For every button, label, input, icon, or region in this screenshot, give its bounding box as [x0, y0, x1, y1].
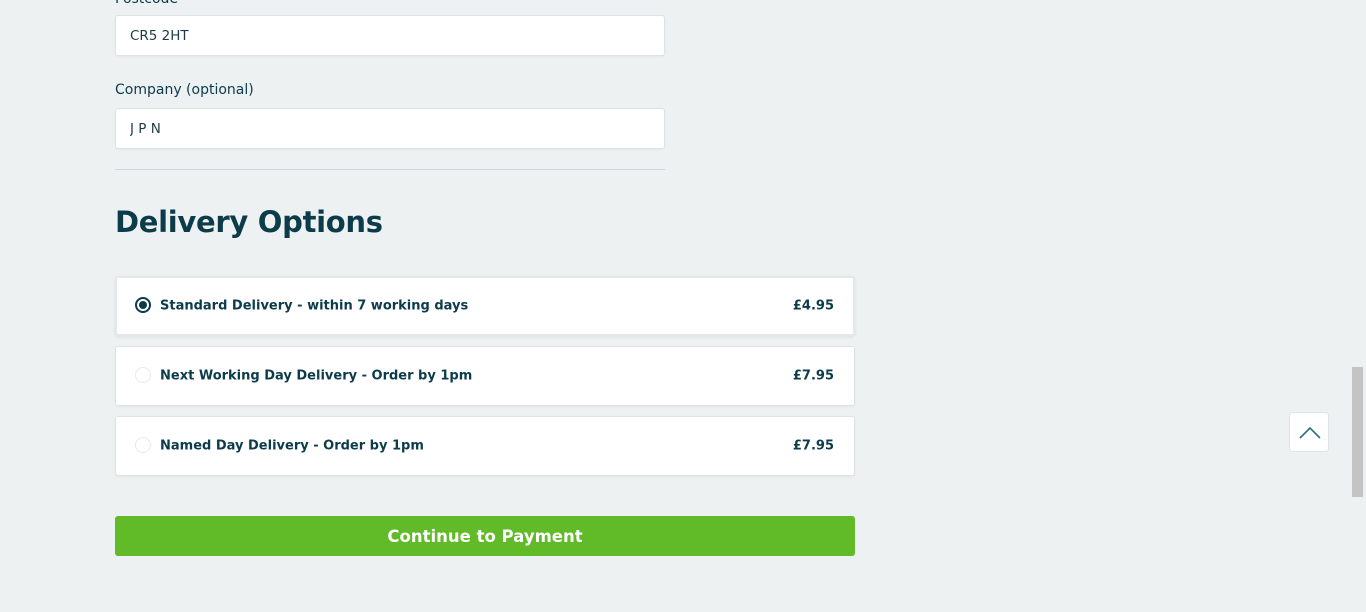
postcode-label: Postcode [115, 0, 178, 8]
back-to-top-button[interactable] [1289, 412, 1329, 452]
delivery-options-title: Delivery Options [115, 205, 383, 239]
checkout-page: Postcode Company (optional) Delivery Opt… [0, 0, 1366, 612]
scrollbar-track[interactable] [1349, 0, 1366, 612]
company-input[interactable] [115, 108, 665, 149]
postcode-input[interactable] [115, 15, 665, 56]
delivery-option-price: £4.95 [792, 298, 834, 314]
delivery-option-label: Named Day Delivery - Order by 1pm [160, 438, 424, 454]
continue-to-payment-button[interactable]: Continue to Payment [115, 516, 855, 556]
section-divider [115, 169, 665, 170]
delivery-option-price: £7.95 [792, 438, 834, 454]
delivery-option-next-working-day[interactable]: Next Working Day Delivery - Order by 1pm… [115, 346, 855, 406]
delivery-option-standard[interactable]: Standard Delivery - within 7 working day… [115, 276, 855, 336]
radio-button[interactable] [135, 437, 151, 453]
delivery-option-price: £7.95 [792, 368, 834, 384]
radio-button[interactable] [135, 367, 151, 383]
delivery-option-label: Next Working Day Delivery - Order by 1pm [160, 368, 473, 384]
delivery-option-label: Standard Delivery - within 7 working day… [160, 298, 469, 314]
scrollbar-thumb[interactable] [1352, 367, 1363, 497]
radio-button-selected[interactable] [135, 297, 151, 313]
chevron-up-icon [1299, 426, 1321, 439]
delivery-option-named-day[interactable]: Named Day Delivery - Order by 1pm £7.95 [115, 416, 855, 476]
company-label: Company (optional) [115, 82, 254, 98]
